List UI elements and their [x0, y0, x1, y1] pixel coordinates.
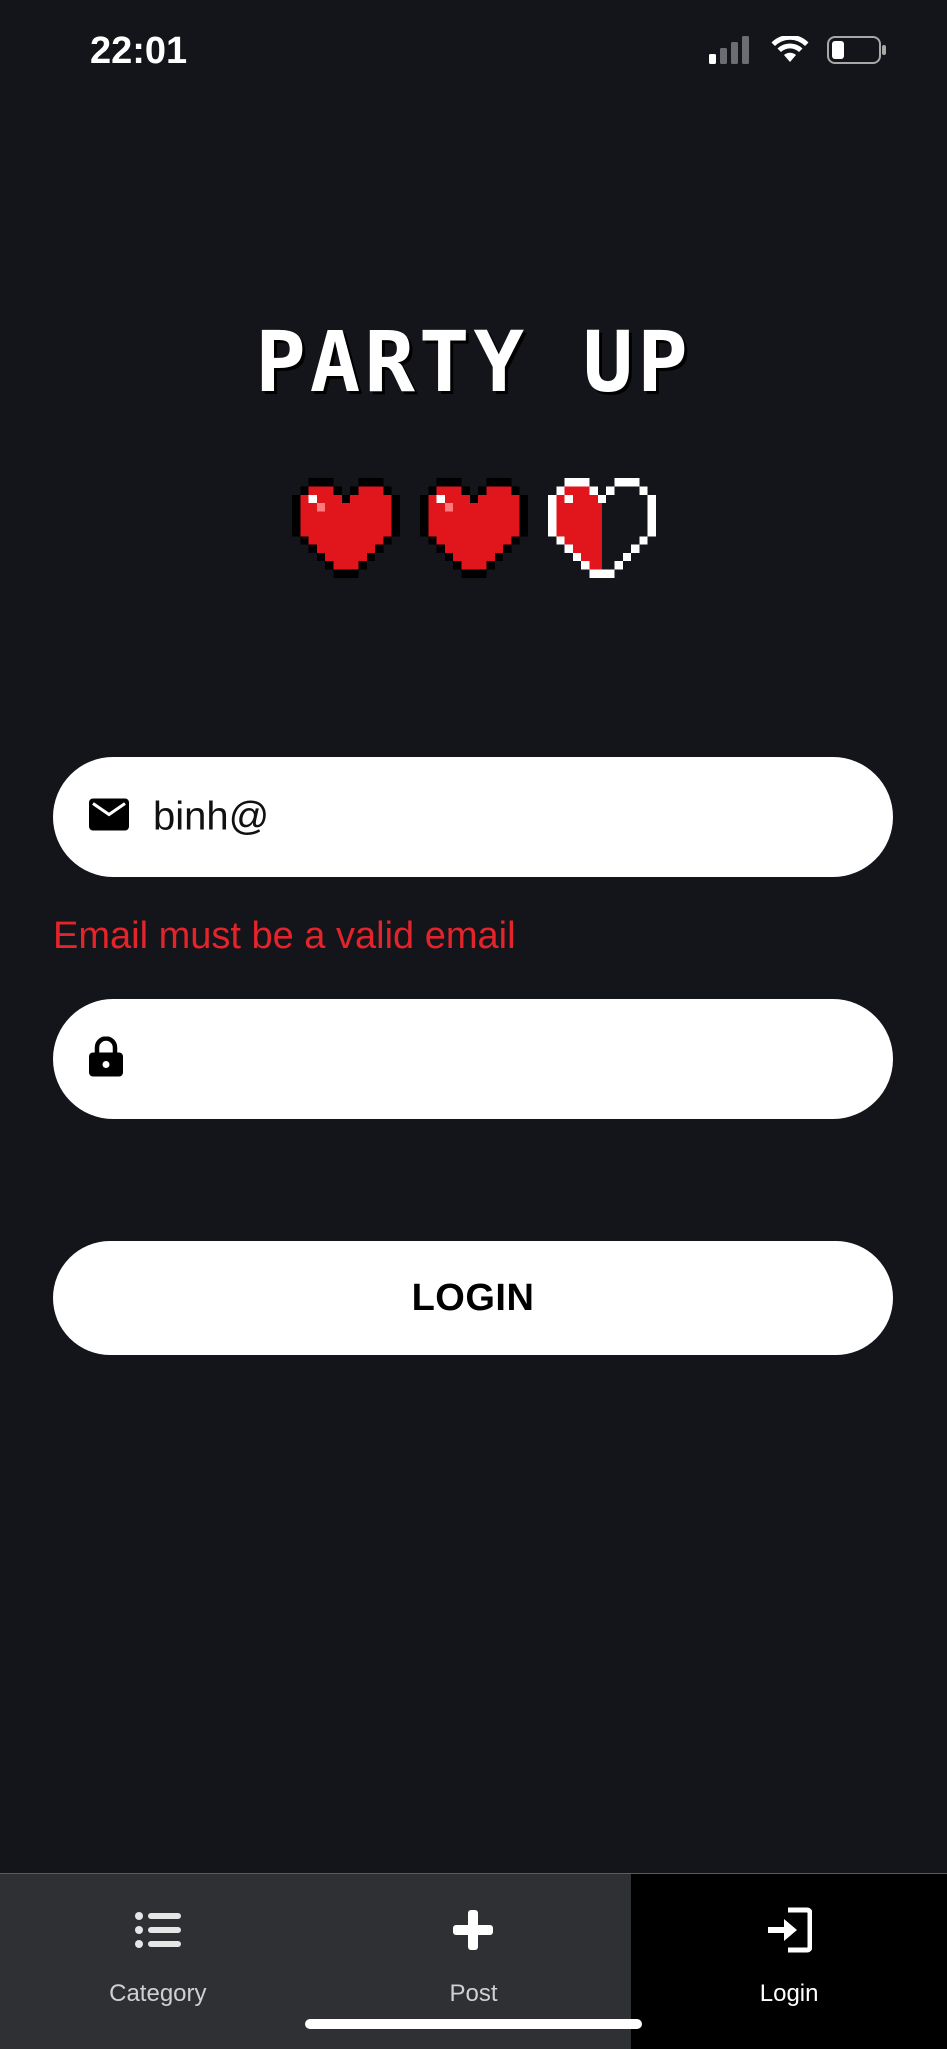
email-error-message: Email must be a valid email	[53, 915, 516, 957]
heart-full-icon	[291, 478, 400, 578]
brand-title: PARTY UP	[255, 313, 692, 411]
sign-in-icon	[766, 1902, 813, 1958]
tab-label: Category	[109, 1980, 207, 2007]
list-icon	[134, 1902, 181, 1958]
status-icons	[709, 36, 887, 64]
home-indicator	[305, 2019, 642, 2029]
heart-full-icon	[419, 478, 528, 578]
logo-area: PARTY UP	[0, 320, 947, 404]
tab-label: Post	[449, 1980, 498, 2007]
cellular-signal-icon	[709, 36, 749, 64]
tab-label: Login	[759, 1980, 819, 2007]
tab-login[interactable]: Login	[631, 1874, 947, 2049]
hearts-row	[0, 478, 947, 578]
battery-icon	[827, 36, 886, 64]
login-button[interactable]: LOGIN	[53, 1241, 893, 1355]
password-field[interactable]	[53, 999, 893, 1119]
plus-icon	[453, 1902, 494, 1958]
envelope-icon	[89, 798, 129, 836]
email-field[interactable]: binh@	[53, 757, 893, 877]
tab-category[interactable]: Category	[0, 1874, 316, 2049]
status-bar: 22:01	[0, 0, 947, 110]
heart-half-icon	[547, 478, 656, 578]
wifi-icon	[771, 36, 809, 62]
lock-icon	[89, 1036, 123, 1082]
email-input[interactable]: binh@	[153, 795, 269, 840]
status-time: 22:01	[90, 30, 188, 72]
